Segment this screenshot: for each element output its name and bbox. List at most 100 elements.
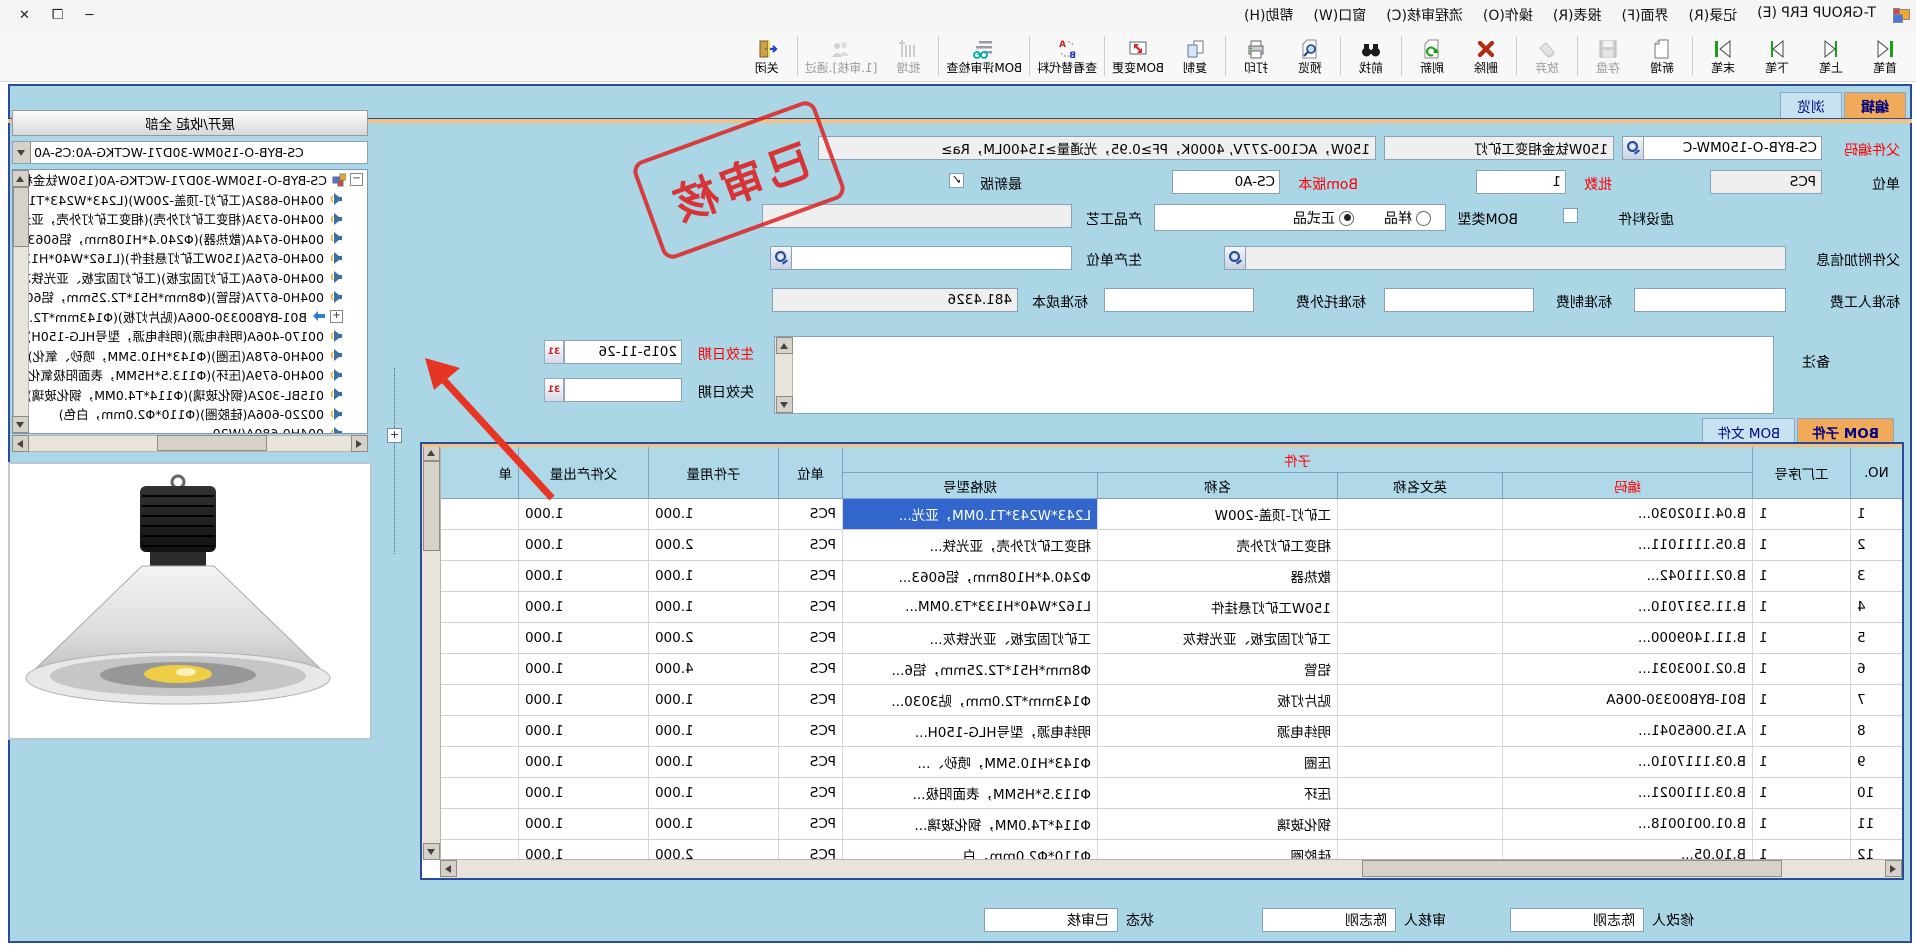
cell-pqty[interactable]: 1.000: [518, 685, 648, 716]
toolbar-new-button[interactable]: 新增: [1635, 32, 1689, 79]
table-row[interactable]: 51B.11.1409000...工矿灯固定板、亚光铁灰工矿灯固定板、亚光铁灰.…: [440, 623, 1902, 654]
cell-seq[interactable]: 1: [1752, 809, 1850, 840]
cell-pqty[interactable]: 1.000: [518, 592, 648, 623]
effective-date-input[interactable]: [565, 341, 681, 363]
cell-no[interactable]: 10: [1850, 778, 1902, 809]
restore-button[interactable]: ❐: [43, 6, 73, 25]
cell-unit[interactable]: PCS: [778, 654, 842, 685]
cell-pqty[interactable]: 1.000: [518, 840, 648, 860]
batch-field[interactable]: [1476, 170, 1566, 194]
tree-item[interactable]: 004H0-682A(工矿灯-顶盖-200W)(L243*W243*T1.0MM…: [13, 190, 367, 210]
table-horizontal-scrollbar[interactable]: [440, 859, 1902, 878]
cell-seq[interactable]: 1: [1752, 654, 1850, 685]
cell-unit[interactable]: PCS: [778, 561, 842, 592]
cell-spec[interactable]: Φ143mm*T2.0mm，贴3030...: [842, 685, 1097, 716]
menu-item-0[interactable]: T-GROUP ERP (E): [1747, 1, 1886, 29]
col-header-english-name[interactable]: 英文名称: [1337, 473, 1502, 499]
cell-extra[interactable]: [440, 685, 518, 716]
scroll-down-icon[interactable]: [12, 416, 29, 433]
cell-seq[interactable]: 1: [1752, 623, 1850, 654]
cell-qty[interactable]: 4.000: [648, 654, 778, 685]
memo-scrollbar[interactable]: [775, 337, 793, 413]
cell-qty[interactable]: 1.000: [648, 778, 778, 809]
tab-bom-children[interactable]: BOM 子件: [1797, 418, 1894, 445]
tree-item[interactable]: 004H0-675A(150W工矿灯悬挂件)(L162*W40*H133*T3.…: [13, 248, 367, 268]
cell-spec[interactable]: L162*W40*H133*T3.0MM...: [842, 592, 1097, 623]
cell-no[interactable]: 6: [1850, 654, 1902, 685]
radio-icon[interactable]: [1416, 211, 1431, 226]
cell-no[interactable]: 1: [1850, 499, 1902, 530]
std-labor-input[interactable]: [1635, 289, 1785, 311]
std-labor-field[interactable]: [1634, 288, 1786, 312]
std-mfg-input[interactable]: [1385, 289, 1533, 311]
cell-code[interactable]: B.02.111042...: [1502, 561, 1752, 592]
toolbar-find-button[interactable]: 前找: [1344, 32, 1398, 79]
cell-name[interactable]: 散热器: [1097, 561, 1337, 592]
cell-seq[interactable]: 1: [1752, 840, 1850, 860]
cell-unit[interactable]: PCS: [778, 592, 842, 623]
cell-code[interactable]: B.02.1003031...: [1502, 654, 1752, 685]
cell-code[interactable]: A.15.0065041...: [1502, 716, 1752, 747]
scroll-down-icon[interactable]: [423, 843, 440, 860]
menu-item-1[interactable]: 记录(R): [1679, 1, 1748, 29]
radio-selected-icon[interactable]: [1339, 211, 1354, 226]
table-row[interactable]: 121B.10.05...硅胶圈Φ110*Φ2.0mm，白...PCS2.000…: [440, 840, 1902, 860]
cell-spec[interactable]: 相变工矿灯外壳，亚光铁...: [842, 530, 1097, 561]
cell-qty[interactable]: 2.000: [648, 840, 778, 860]
cell-name[interactable]: 相变工矿灯外壳: [1097, 530, 1337, 561]
tree-item[interactable]: 004H0-676A(工矿灯固定板)(工矿灯固定板、亚光铁灰): [13, 268, 367, 288]
cell-unit[interactable]: PCS: [778, 840, 842, 860]
toolbar-print-button[interactable]: 打印: [1229, 32, 1283, 79]
tab-edit[interactable]: 编辑: [1844, 92, 1906, 121]
cell-spec[interactable]: Φ143*H10.5MM，喷砂、...: [842, 747, 1097, 778]
cell-spec[interactable]: Φ8mm*H51*T2.25mm，铝6...: [842, 654, 1097, 685]
col-header-child-qty[interactable]: 子件用量: [648, 447, 778, 499]
cell-qty[interactable]: 1.000: [648, 685, 778, 716]
tab-bom-files[interactable]: BOM 文件: [1703, 418, 1796, 445]
cell-unit[interactable]: PCS: [778, 716, 842, 747]
table-row[interactable]: 11B.04.1102030...工矿灯-顶盖-200WL243*W243*T1…: [440, 499, 1902, 530]
cell-extra[interactable]: [440, 654, 518, 685]
toolbar-refresh-button[interactable]: 刷新: [1405, 32, 1459, 79]
sample-radio-option[interactable]: 样品: [1384, 208, 1431, 228]
scrollbar-thumb[interactable]: [1362, 860, 1782, 877]
cell-name[interactable]: 铝管: [1097, 654, 1337, 685]
toolbar-abandon-button[interactable]: 放弃: [1520, 32, 1574, 79]
col-header-factory-seq[interactable]: 工厂序号: [1752, 447, 1850, 499]
tree-item[interactable]: +B01-BYB00330-006A(贴片灯板)(Φ143mm*T2.0mm，贴…: [13, 307, 367, 327]
cell-name[interactable]: 工矿灯固定板、亚光铁灰: [1097, 623, 1337, 654]
menu-item-5[interactable]: 流程审核(C): [1376, 1, 1473, 29]
scroll-up-icon[interactable]: [12, 170, 29, 187]
cell-en[interactable]: [1337, 840, 1502, 860]
table-row[interactable]: 41B.11.5317010...150W工矿灯悬挂件L162*W40*H133…: [440, 592, 1902, 623]
cell-spec[interactable]: Φ110*Φ2.0mm，白...: [842, 840, 1097, 860]
cell-unit[interactable]: PCS: [778, 747, 842, 778]
prod-unit-field[interactable]: [770, 246, 1072, 270]
cell-code[interactable]: B.01.0010018...: [1502, 809, 1752, 840]
lookup-icon[interactable]: [1623, 137, 1644, 159]
cell-qty[interactable]: 2.000: [648, 530, 778, 561]
effective-date-field[interactable]: [564, 340, 682, 364]
tab-browse[interactable]: 浏览: [1780, 92, 1842, 121]
tree-horizontal-scrollbar[interactable]: [12, 435, 368, 452]
cell-en[interactable]: [1337, 592, 1502, 623]
scrollbar-thumb[interactable]: [13, 187, 29, 247]
cell-code[interactable]: B.11.1409000...: [1502, 623, 1752, 654]
prod-unit-input[interactable]: [792, 247, 1071, 269]
cell-pqty[interactable]: 1.000: [518, 778, 648, 809]
cell-no[interactable]: 9: [1850, 747, 1902, 778]
cell-pqty[interactable]: 1.000: [518, 623, 648, 654]
cell-qty[interactable]: 2.000: [648, 623, 778, 654]
tree-item[interactable]: 004H0-679A(压环)(Φ113.5*H5MM，表面阳极氧化): [13, 365, 367, 385]
scrollbar-thumb[interactable]: [157, 435, 267, 451]
cell-qty[interactable]: 1.000: [648, 716, 778, 747]
virtual-checkbox[interactable]: [1563, 208, 1578, 223]
expand-collapse-all-button[interactable]: 展开/收起 全部: [12, 110, 368, 136]
toolbar-approve-button[interactable]: [1.审核].通过: [801, 32, 882, 79]
cell-en[interactable]: [1337, 499, 1502, 530]
menu-item-6[interactable]: 窗口(W): [1303, 1, 1376, 29]
scroll-left-icon[interactable]: [351, 435, 368, 452]
formal-radio-option[interactable]: 正式品: [1293, 208, 1354, 228]
cell-no[interactable]: 4: [1850, 592, 1902, 623]
cell-extra[interactable]: [440, 778, 518, 809]
